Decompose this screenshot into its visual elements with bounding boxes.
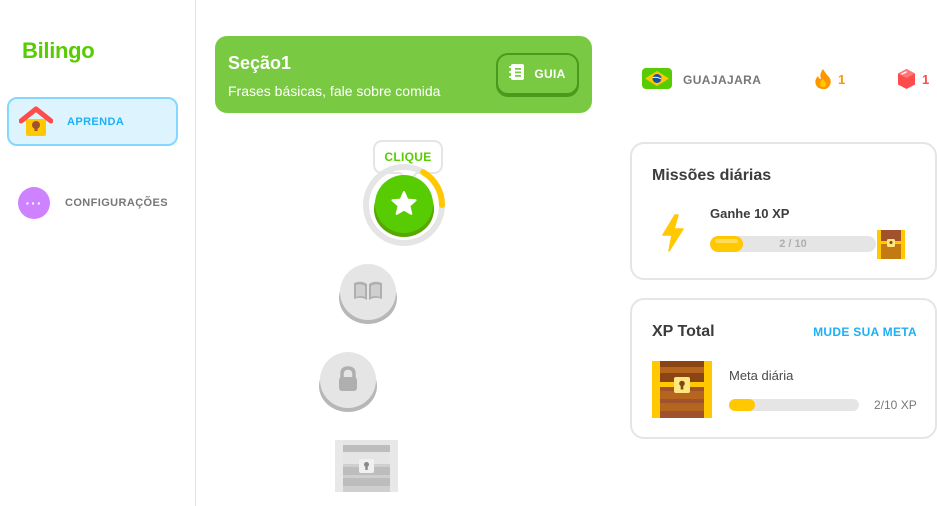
notebook-icon — [509, 63, 525, 86]
daily-goal-text: 2/10 XP — [874, 398, 917, 412]
flame-icon[interactable] — [814, 68, 832, 90]
guide-button-label: GUIA — [534, 67, 566, 81]
treasure-chest-icon[interactable] — [333, 436, 400, 494]
guide-button[interactable]: GUIA — [496, 53, 579, 95]
xp-total-card: XP Total MUDE SUA META Meta diária 2/10 … — [630, 298, 937, 439]
sidebar-item-label: APRENDA — [67, 115, 125, 128]
brazil-flag-icon[interactable] — [642, 68, 672, 89]
lightning-bolt-icon — [660, 214, 686, 252]
daily-goal-progress-bar — [729, 399, 859, 411]
stats-bar: GUAJAJARA 1 1 — [642, 66, 937, 92]
daily-goal-progress-fill — [729, 399, 755, 411]
daily-missions-card: Missões diárias Ganhe 10 XP 2 / 10 — [630, 142, 937, 280]
sidebar-item-label: CONFIGURAÇÕES — [65, 196, 168, 209]
streak-count: 1 — [838, 72, 846, 87]
daily-goal-label: Meta diária — [729, 368, 794, 383]
xp-title: XP Total — [652, 323, 715, 340]
section-title: Seção1 — [228, 53, 292, 73]
mission-name: Ganhe 10 XP — [710, 206, 790, 221]
gem-count: 1 — [922, 72, 930, 87]
missions-title: Missões diárias — [652, 167, 772, 184]
sidebar: Bilingo APRENDA ··· CONFIGURAÇÕES — [0, 0, 196, 506]
course-language[interactable]: GUAJAJARA — [683, 73, 761, 87]
change-goal-link[interactable]: MUDE SUA META — [813, 325, 917, 339]
app-logo[interactable]: Bilingo — [22, 38, 95, 64]
sidebar-item-aprenda[interactable]: APRENDA — [7, 97, 178, 146]
treasure-chest-icon — [650, 358, 714, 420]
lesson-node-current[interactable] — [363, 164, 446, 246]
lesson-node-locked[interactable] — [318, 352, 378, 412]
mission-progress-text: 2 / 10 — [779, 238, 807, 250]
mission-progress-bar: 2 / 10 — [710, 236, 876, 252]
lesson-node-book[interactable] — [338, 264, 398, 324]
gem-icon[interactable] — [897, 68, 916, 90]
sidebar-item-configuracoes[interactable]: ··· CONFIGURAÇÕES — [7, 178, 178, 227]
more-dots-icon: ··· — [17, 186, 51, 220]
section-subtitle: Frases básicas, fale sobre comida — [228, 83, 441, 99]
treasure-chest-icon — [876, 228, 906, 260]
house-icon — [19, 105, 53, 139]
section-banner: Seção1 Frases básicas, fale sobre comida… — [215, 36, 592, 113]
